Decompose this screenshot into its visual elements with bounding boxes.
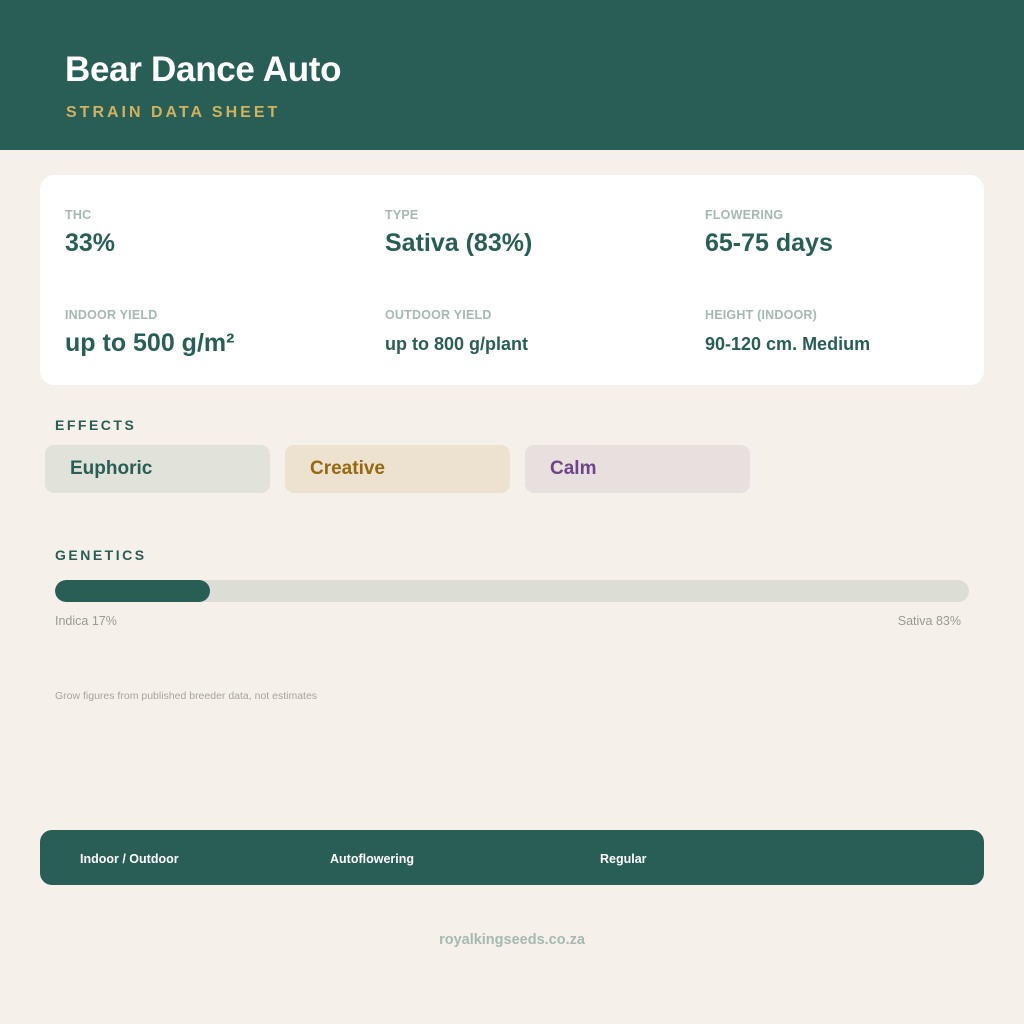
- attribute-environment: Indoor / Outdoor: [80, 852, 179, 866]
- stat-value: up to 800 g/plant: [385, 334, 529, 354]
- stat-label: INDOOR YIELD: [65, 308, 158, 322]
- data-source-note: Grow figures from published breeder data…: [55, 690, 318, 702]
- stat-label: THC: [65, 208, 92, 222]
- page-title: Bear Dance Auto: [65, 50, 342, 89]
- stat-label: HEIGHT (INDOOR): [705, 308, 818, 322]
- attribute-seed-type: Regular: [600, 852, 647, 866]
- footer-attributes-bar: Indoor / Outdoor Autoflowering Regular: [40, 830, 984, 885]
- stat-type: TYPE Sativa (83%): [385, 208, 532, 258]
- stat-flowering: FLOWERING 65-75 days: [705, 208, 833, 258]
- website-url: royalkingseeds.co.za: [439, 932, 585, 948]
- genetics-heading: GENETICS: [55, 547, 147, 563]
- genetics-bar: [55, 580, 969, 602]
- stat-value: up to 500 g/m²: [65, 329, 235, 357]
- stat-value: 33%: [65, 229, 116, 257]
- stats-card: THC 33% TYPE Sativa (83%) FLOWERING 65-7…: [40, 175, 984, 385]
- stat-indoor-yield: INDOOR YIELD up to 500 g/m²: [65, 308, 234, 358]
- stat-label: OUTDOOR YIELD: [385, 308, 492, 322]
- indica-bar-fill: [55, 580, 211, 602]
- header-banner: Bear Dance Auto STRAIN DATA SHEET: [0, 0, 1024, 150]
- attribute-flowering-type: Autoflowering: [330, 852, 415, 866]
- effect-tag-calm: Calm: [525, 445, 750, 493]
- stat-thc: THC 33%: [65, 208, 115, 258]
- stat-value: 65-75 days: [705, 229, 833, 257]
- stat-label: TYPE: [385, 208, 419, 222]
- effects-heading: EFFECTS: [55, 417, 137, 433]
- effect-tag-euphoric: Euphoric: [45, 445, 270, 493]
- stat-value: Sativa (83%): [385, 229, 533, 257]
- strain-data-sheet: Bear Dance Auto STRAIN DATA SHEET THC 33…: [0, 0, 1024, 1024]
- stat-value: 90-120 cm. Medium: [705, 334, 871, 354]
- stat-outdoor-yield: OUTDOOR YIELD up to 800 g/plant: [385, 308, 528, 355]
- page-subtitle: STRAIN DATA SHEET: [66, 104, 281, 121]
- sativa-label: Sativa 83%: [897, 614, 961, 628]
- stat-label: FLOWERING: [705, 208, 784, 222]
- effect-tag-creative: Creative: [285, 445, 510, 493]
- stat-height-indoor: HEIGHT (INDOOR) 90-120 cm. Medium: [705, 308, 870, 355]
- indica-label: Indica 17%: [55, 614, 117, 628]
